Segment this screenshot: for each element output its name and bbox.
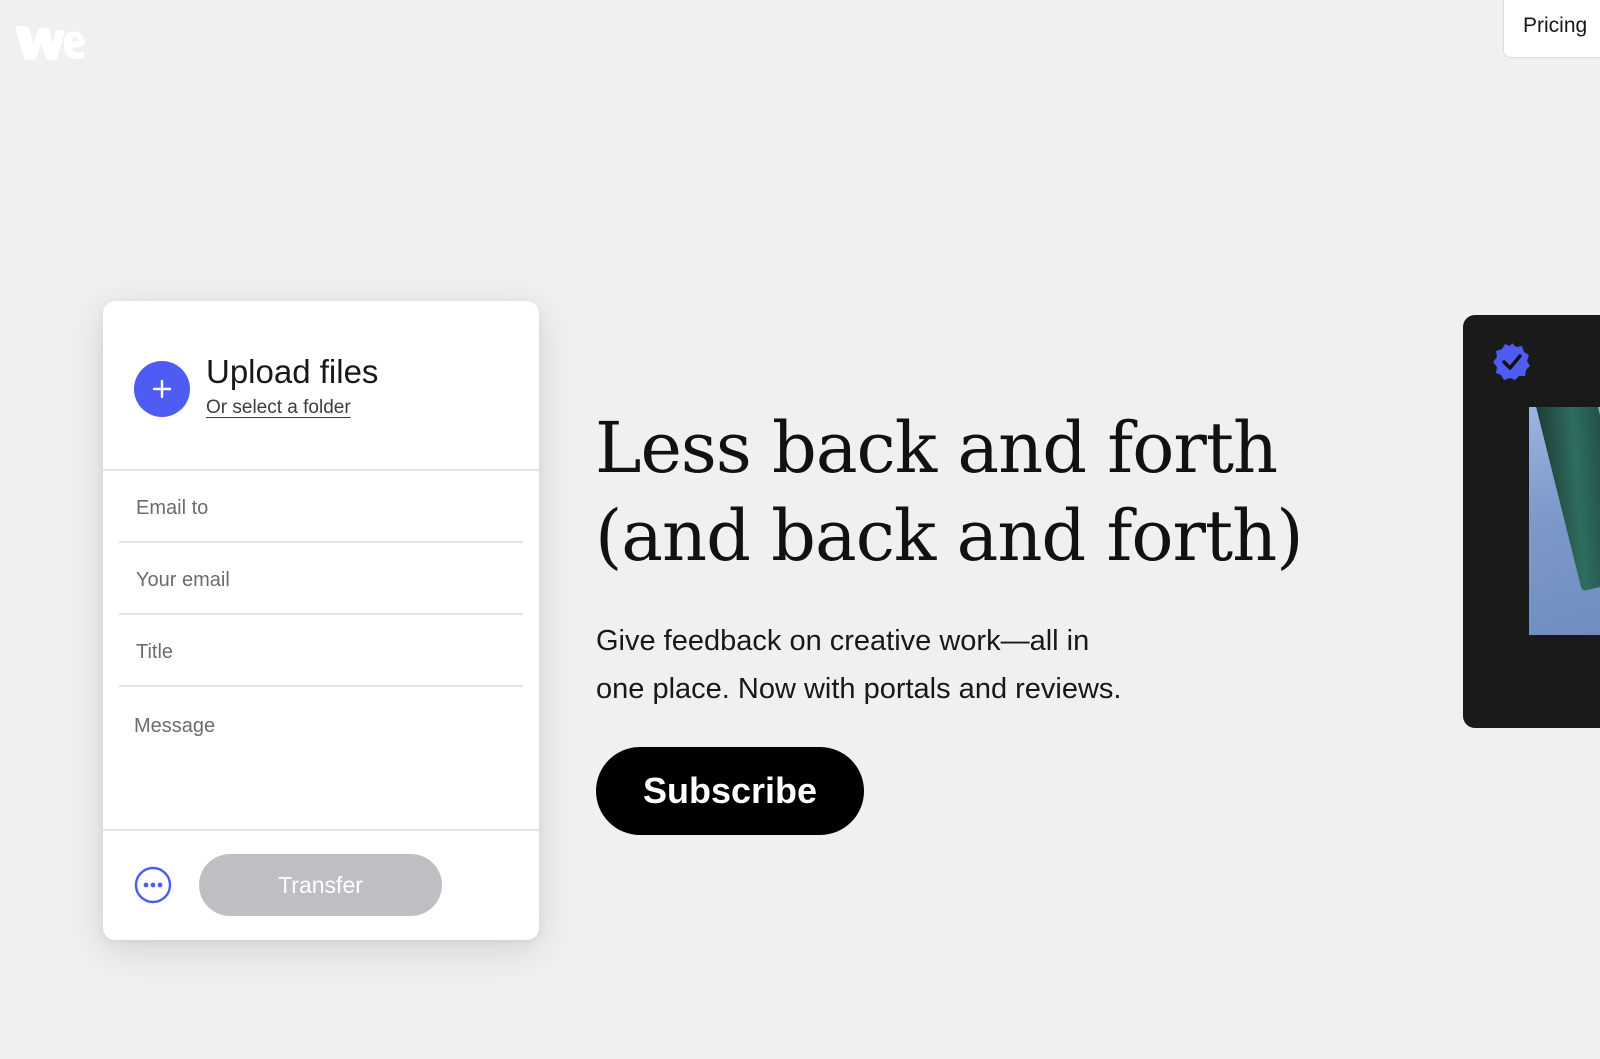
transfer-button[interactable]: Transfer	[199, 854, 442, 916]
verified-badge-icon	[1491, 341, 1533, 383]
pricing-button[interactable]: Pricing	[1503, 0, 1600, 58]
your-email-field	[119, 543, 523, 615]
wetransfer-logo-icon[interactable]	[14, 24, 86, 62]
plus-icon[interactable]	[134, 361, 190, 417]
headline-line-2: (and back and forth)	[595, 495, 1304, 577]
subtext-line-2: one place. Now with portals and reviews.	[596, 673, 1122, 705]
your-email-input[interactable]	[136, 569, 506, 592]
upload-files-title[interactable]: Upload files	[206, 353, 378, 391]
upload-panel: Upload files Or select a folder Transfer	[103, 301, 539, 940]
preview-card	[1463, 315, 1600, 728]
subscribe-button[interactable]: Subscribe	[596, 747, 864, 835]
title-input[interactable]	[136, 641, 506, 664]
preview-image-shape	[1533, 407, 1600, 592]
email-to-input[interactable]	[136, 497, 506, 520]
message-input[interactable]	[134, 715, 514, 805]
message-field	[103, 687, 539, 831]
headline-line-1: Less back and forth	[595, 407, 1278, 489]
hero-headline: Less back and forth (and back and forth)	[595, 404, 1304, 580]
select-folder-link[interactable]: Or select a folder	[206, 397, 351, 419]
email-to-field	[119, 471, 523, 543]
more-options-icon[interactable]	[134, 866, 172, 904]
subtext-line-1: Give feedback on creative work—all in	[596, 625, 1090, 657]
title-field	[119, 615, 523, 687]
preview-image	[1529, 407, 1600, 635]
hero-subtext: Give feedback on creative work—all in on…	[596, 617, 1121, 713]
upload-area[interactable]: Upload files Or select a folder	[103, 301, 539, 471]
